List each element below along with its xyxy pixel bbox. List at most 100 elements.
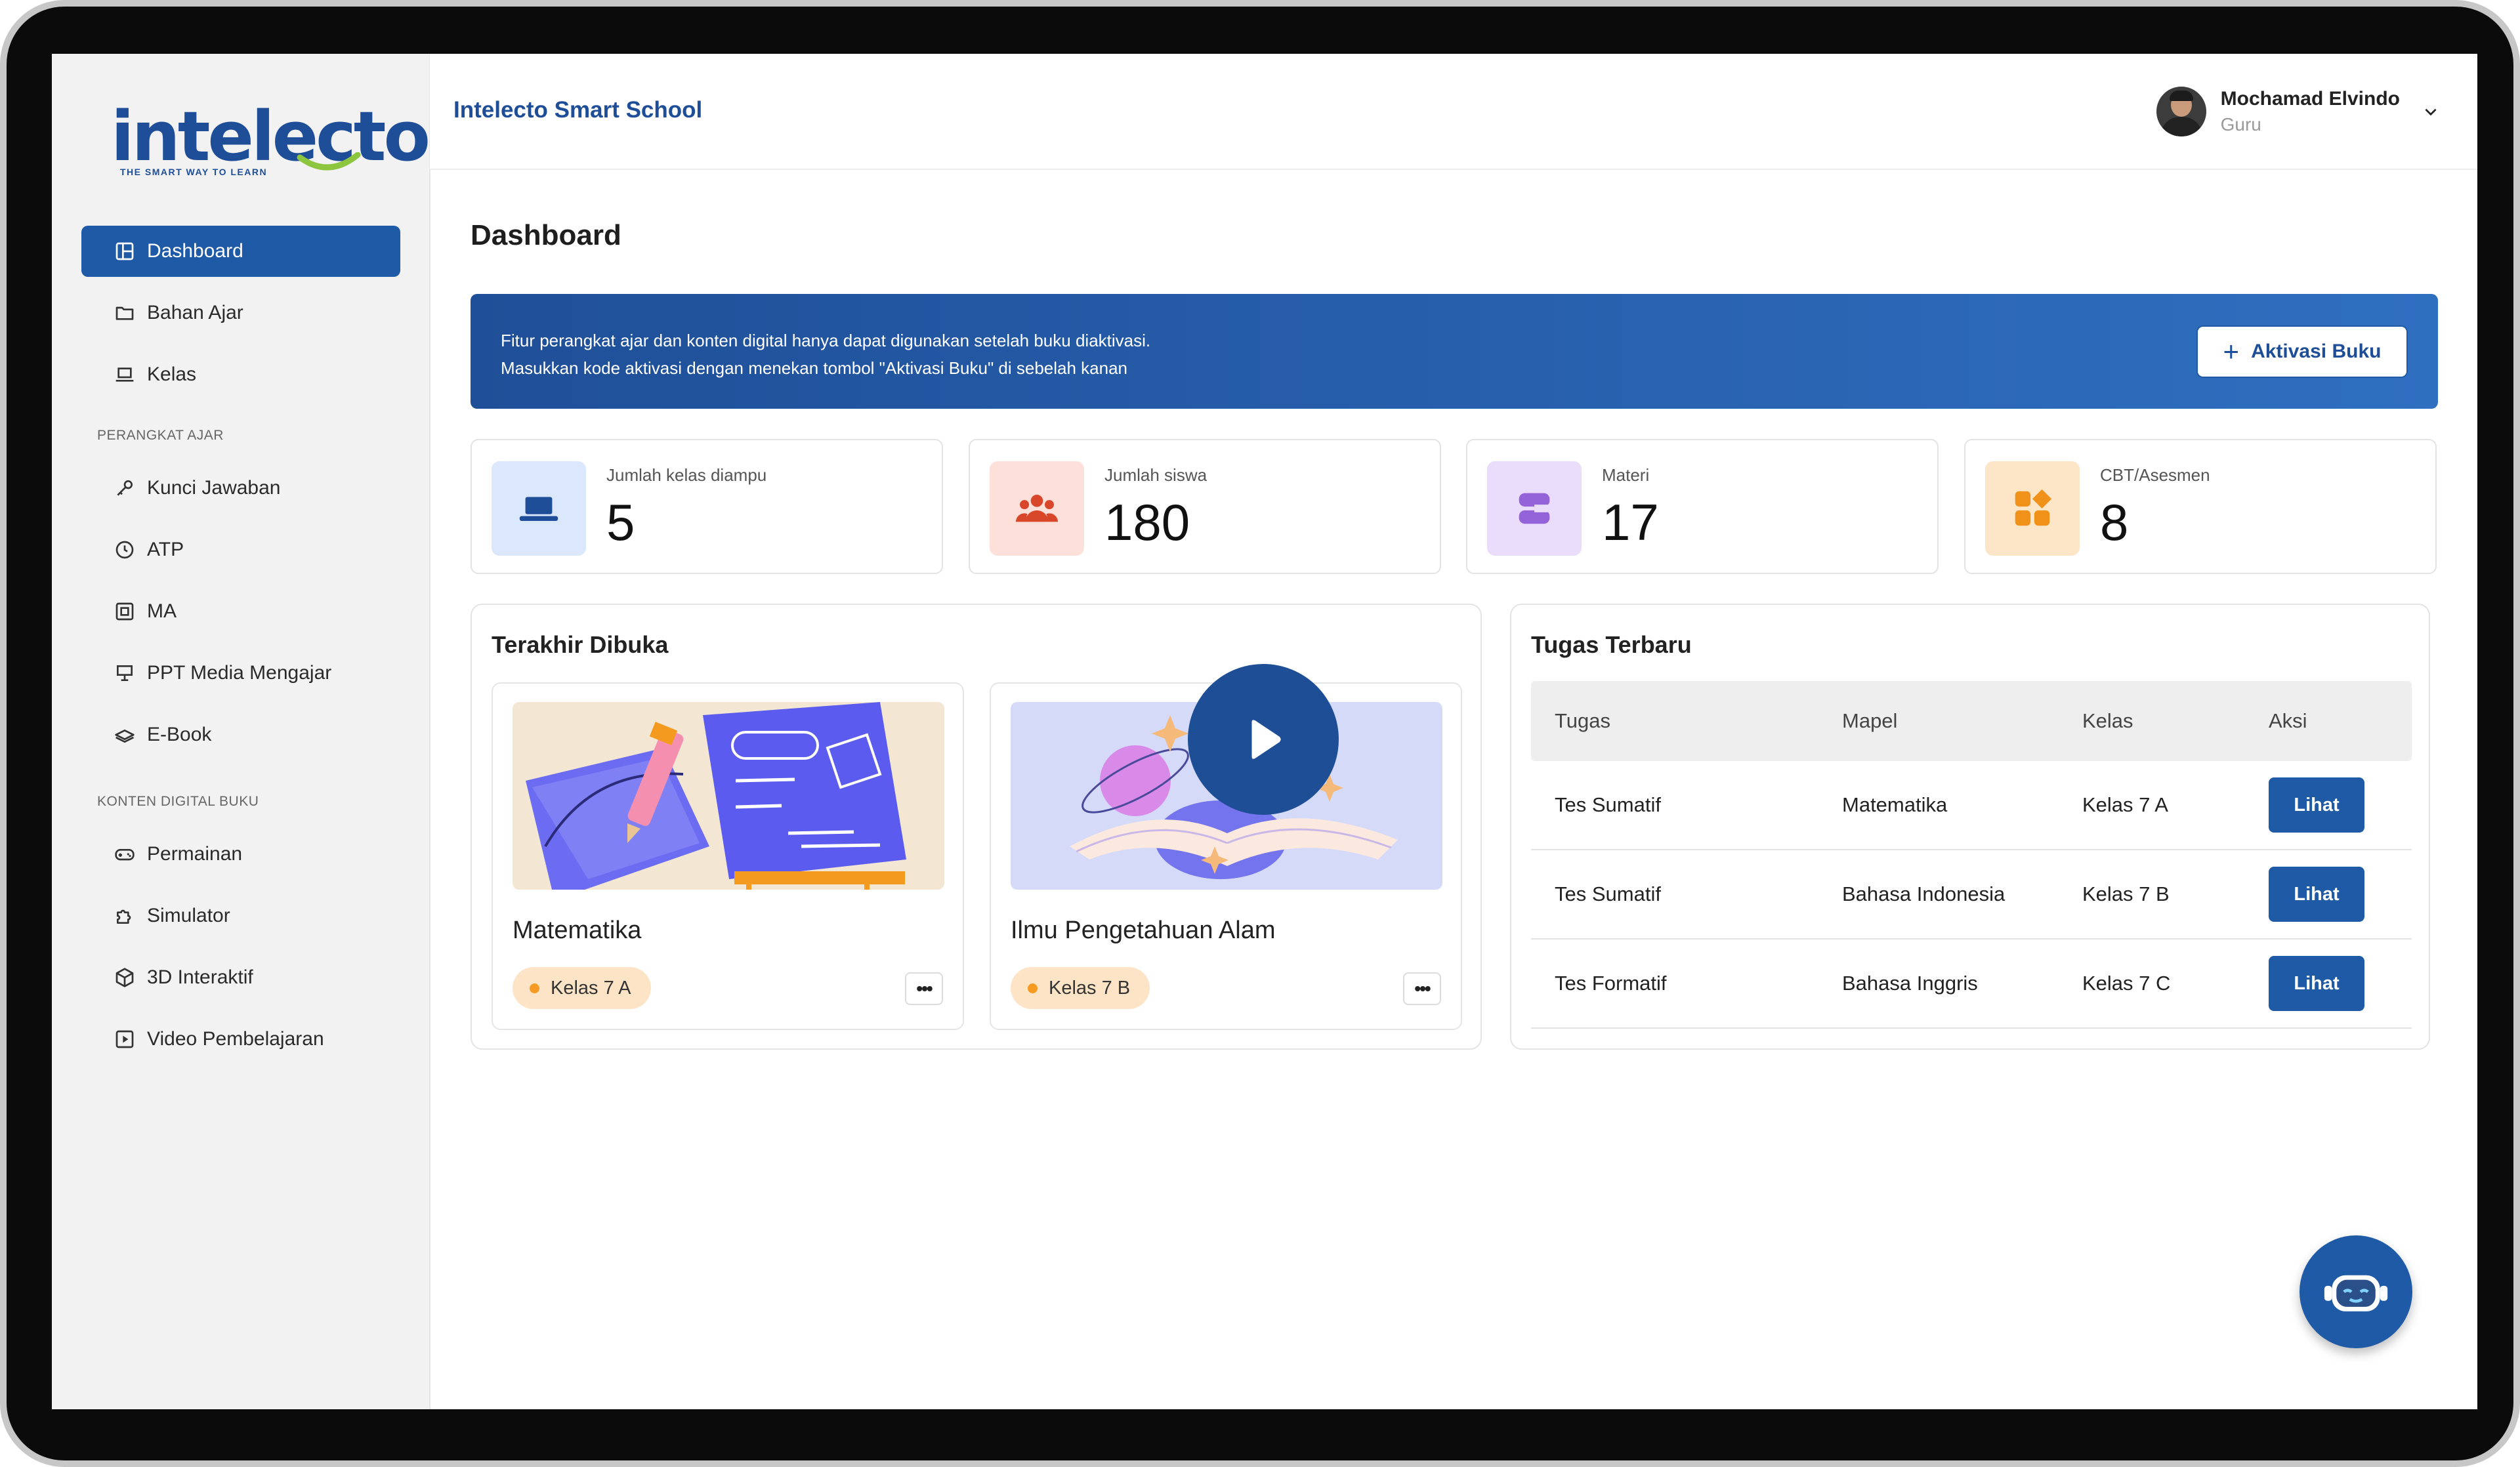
stat-label: Jumlah kelas diampu — [606, 465, 767, 485]
lihat-button[interactable]: Lihat — [2269, 867, 2364, 922]
logo-wordmark: intelecto — [111, 96, 430, 176]
sidebar-item-atp[interactable]: ATP — [81, 524, 400, 575]
recent-card: Terakhir Dibuka Matematika Kelas 7 A •••… — [471, 604, 1482, 1050]
recent-item-matematika[interactable]: Matematika Kelas 7 A ••• — [492, 682, 964, 1030]
user-menu[interactable]: Mochamad Elvindo Guru — [2156, 85, 2439, 138]
activation-banner: Fitur perangkat ajar dan konten digital … — [471, 294, 2438, 409]
recent-item-title: Ilmu Pengetahuan Alam — [1011, 917, 1276, 944]
sidebar-item-label: PPT Media Mengajar — [147, 662, 332, 684]
stat-label: CBT/Asesmen — [2100, 465, 2210, 485]
more-options-button[interactable]: ••• — [1403, 972, 1441, 1005]
header-aksi: Aksi — [2269, 709, 2307, 732]
plus-icon: + — [2223, 336, 2240, 367]
stat-value: 5 — [606, 493, 635, 551]
cell-mapel: Matematika — [1842, 793, 1948, 816]
more-options-button[interactable]: ••• — [905, 972, 943, 1005]
tasks-card: Tugas Terbaru Tugas Mapel Kelas Aksi Tes… — [1510, 604, 2430, 1050]
sidebar-item-label: Kelas — [147, 363, 197, 385]
apps-icon — [1985, 461, 2080, 556]
lihat-button[interactable]: Lihat — [2269, 956, 2364, 1011]
header-kelas: Kelas — [2082, 709, 2133, 732]
user-name: Mochamad Elvindo — [2220, 88, 2400, 110]
class-tag-label: Kelas 7 B — [1049, 977, 1131, 999]
sidebar-item-3d-interaktif[interactable]: 3D Interaktif — [81, 952, 400, 1003]
sidebar-item-ppt-media[interactable]: PPT Media Mengajar — [81, 648, 400, 699]
lihat-button[interactable]: Lihat — [2269, 777, 2364, 833]
stat-label: Jumlah siswa — [1104, 465, 1208, 485]
class-tag: Kelas 7 A — [513, 967, 651, 1009]
sidebar-item-label: ATP — [147, 539, 184, 560]
cube-icon — [114, 967, 135, 988]
video-icon — [114, 1029, 135, 1050]
presentation-icon — [114, 663, 135, 684]
table-row: Tes Sumatif Matematika Kelas 7 A Lihat — [1531, 761, 2412, 850]
header-tugas: Tugas — [1555, 709, 1611, 732]
sidebar-item-label: Permainan — [147, 843, 243, 865]
stat-value: 17 — [1602, 493, 1659, 551]
intelecto-logo[interactable]: intelecto THE SMART WAY TO LEARN — [111, 102, 430, 177]
class-tag-label: Kelas 7 A — [551, 977, 631, 999]
sidebar: intelecto THE SMART WAY TO LEARN Dashboa… — [52, 54, 430, 1409]
sidebar-item-label: 3D Interaktif — [147, 966, 253, 988]
recent-item-title: Matematika — [513, 917, 642, 944]
stat-value: 8 — [2100, 493, 2129, 551]
key-icon — [114, 478, 135, 499]
sidebar-item-label: Kunci Jawaban — [147, 477, 281, 499]
device-frame: intelecto THE SMART WAY TO LEARN Dashboa… — [0, 0, 2520, 1467]
logo-smile-icon — [297, 152, 361, 171]
matematika-thumbnail — [513, 702, 944, 890]
stat-card-siswa: Jumlah siswa 180 — [969, 439, 1441, 574]
chatbot-button[interactable] — [2300, 1235, 2412, 1348]
app-screen: intelecto THE SMART WAY TO LEARN Dashboa… — [52, 54, 2477, 1409]
cell-tugas: Tes Sumatif — [1555, 793, 1661, 816]
status-dot — [530, 983, 539, 993]
sidebar-item-label: E-Book — [147, 724, 212, 745]
sidebar-item-dashboard[interactable]: Dashboard — [81, 226, 400, 277]
cell-mapel: Bahasa Indonesia — [1842, 882, 2006, 905]
sidebar-item-bahan-ajar[interactable]: Bahan Ajar — [81, 287, 400, 339]
robot-icon — [2324, 1275, 2388, 1312]
sidebar-item-video[interactable]: Video Pembelajaran — [81, 1014, 400, 1065]
gamepad-icon — [114, 844, 135, 865]
page-title: Dashboard — [471, 219, 621, 251]
sidebar-item-ebook[interactable]: E-Book — [81, 709, 400, 760]
tasks-title: Tugas Terbaru — [1531, 631, 1692, 658]
puzzle-icon — [114, 905, 135, 926]
stat-label: Materi — [1602, 465, 1650, 485]
stat-card-cbt: CBT/Asesmen 8 — [1964, 439, 2437, 574]
sidebar-item-label: Dashboard — [147, 240, 243, 262]
sidebar-item-simulator[interactable]: Simulator — [81, 890, 400, 941]
banner-line-1: Fitur perangkat ajar dan konten digital … — [501, 331, 1151, 350]
stat-card-materi: Materi 17 — [1466, 439, 1939, 574]
cell-tugas: Tes Formatif — [1555, 972, 1667, 995]
cell-kelas: Kelas 7 A — [2082, 793, 2168, 816]
chevron-down-icon[interactable] — [2422, 103, 2439, 120]
user-info: Mochamad Elvindo Guru — [2221, 88, 2400, 135]
sidebar-item-ma[interactable]: MA — [81, 586, 400, 637]
section-label-konten: KONTEN DIGITAL BUKU — [97, 794, 259, 809]
section-label-perangkat: PERANGKAT AJAR — [97, 428, 224, 443]
clock-icon — [114, 539, 135, 560]
dashboard-icon — [114, 241, 135, 262]
sidebar-item-kunci-jawaban[interactable]: Kunci Jawaban — [81, 463, 400, 514]
table-row: Tes Formatif Bahasa Inggris Kelas 7 C Li… — [1531, 940, 2412, 1029]
tasks-table: Tugas Mapel Kelas Aksi Tes Sumatif Matem… — [1531, 681, 2412, 1029]
status-dot — [1028, 983, 1038, 993]
sidebar-item-permainan[interactable]: Permainan — [81, 829, 400, 880]
table-header: Tugas Mapel Kelas Aksi — [1531, 681, 2412, 761]
sidebar-item-label: Video Pembelajaran — [147, 1028, 324, 1050]
sidebar-item-label: MA — [147, 600, 177, 622]
cell-tugas: Tes Sumatif — [1555, 882, 1661, 905]
sidebar-item-label: Simulator — [147, 905, 230, 926]
laptop-icon — [492, 461, 586, 556]
sidebar-item-kelas[interactable]: Kelas — [81, 349, 400, 400]
avatar — [2156, 87, 2206, 136]
aktivasi-buku-button[interactable]: + Aktivasi Buku — [2196, 325, 2408, 378]
stat-value: 180 — [1104, 493, 1190, 551]
brand-title[interactable]: Intelecto Smart School — [453, 97, 702, 123]
logo-tagline: THE SMART WAY TO LEARN — [120, 167, 268, 177]
play-button[interactable] — [1188, 664, 1339, 815]
laptop-icon — [114, 364, 135, 385]
cell-kelas: Kelas 7 C — [2082, 972, 2171, 995]
header-mapel: Mapel — [1842, 709, 1898, 732]
